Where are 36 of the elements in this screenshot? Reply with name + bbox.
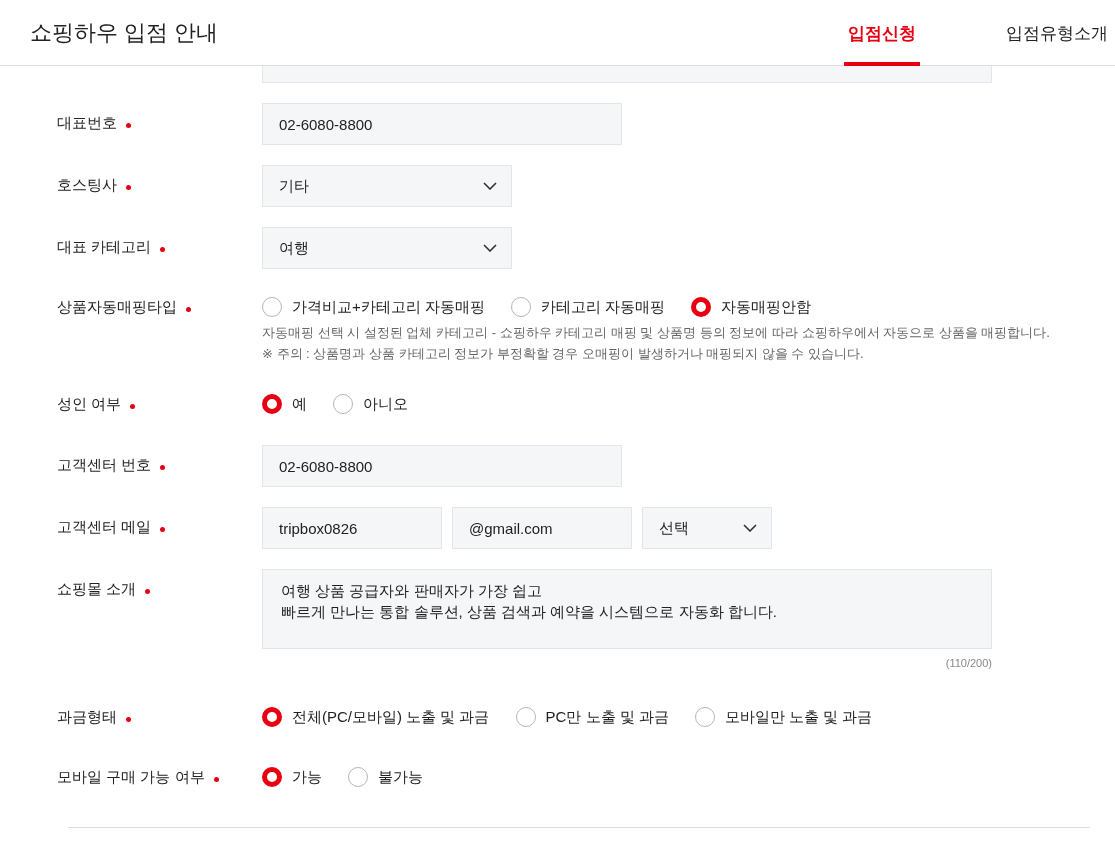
field-label: 대표번호 — [57, 114, 117, 133]
radio-option[interactable]: 가격비교+카테고리 자동매핑 — [262, 297, 485, 317]
input-field[interactable]: 02-6080-8800 — [262, 445, 622, 487]
field-label: 쇼핑몰 소개 — [57, 580, 137, 599]
help-text: 자동매핑 선택 시 설정된 업체 카테고리 - 쇼핑하우 카테고리 매핑 및 상품명 등의 정보에 따라 쇼핑하우에서 자동으로 상품을 매핑합니다. — [262, 324, 1051, 342]
radio-option[interactable]: PC만 노출 및 과금 — [515, 707, 669, 727]
character-counter: (110/200) — [945, 657, 992, 669]
radio-option[interactable]: 아니오 — [333, 394, 408, 414]
select-field[interactable]: 여행 — [262, 227, 512, 269]
chevron-down-icon — [743, 524, 757, 532]
field-label: 호스팅사 — [57, 176, 117, 195]
field-label: 고객센터 번호 — [57, 456, 152, 475]
radio-option[interactable]: 불가능 — [348, 767, 423, 787]
field-label: 고객센터 메일 — [57, 518, 152, 537]
chevron-down-icon — [483, 182, 497, 190]
radio-option[interactable]: 자동매핑안함 — [691, 297, 812, 317]
radio-option[interactable]: 카테고리 자동매핑 — [510, 297, 666, 317]
field-label: 과금형태 — [57, 708, 117, 727]
radio-option[interactable]: 가능 — [262, 767, 322, 787]
radio-option[interactable]: 예 — [262, 394, 307, 414]
help-text: ※ 주의 : 상품명과 상품 카테고리 정보가 부정확할 경우 오매핑이 발생하거나 매핑되지 않을 수 있습니다. — [262, 345, 865, 363]
text-area[interactable]: 여행 상품 공급자와 판매자가 가장 쉽고 빠르게 만나는 통합 솔루션, 상품 검색과 예약을 시스템으로 자동화 합니다. — [262, 569, 992, 649]
radio-option[interactable]: 모바일만 노출 및 과금 — [694, 707, 873, 727]
field-label: 모바일 구매 가능 여부 — [57, 768, 205, 787]
input-field[interactable]: 02-6080-8800 — [262, 103, 622, 145]
select-field[interactable]: 선택 — [642, 507, 772, 549]
select-field[interactable]: 기타 — [262, 165, 512, 207]
input-field[interactable]: tripbox0826 — [262, 507, 442, 549]
input-field[interactable]: @gmail.com — [452, 507, 632, 549]
field-label: 성인 여부 — [57, 395, 122, 414]
nav-tab[interactable]: 입점유형소개 — [1002, 0, 1112, 66]
field-label: 대표 카테고리 — [57, 238, 152, 257]
page-title: 쇼핑하우 입점 안내 — [30, 18, 219, 47]
field-label: 상품자동매핑타입 — [57, 298, 177, 317]
chevron-down-icon — [483, 244, 497, 252]
radio-option[interactable]: 전체(PC/모바일) 노출 및 과금 — [262, 707, 490, 727]
